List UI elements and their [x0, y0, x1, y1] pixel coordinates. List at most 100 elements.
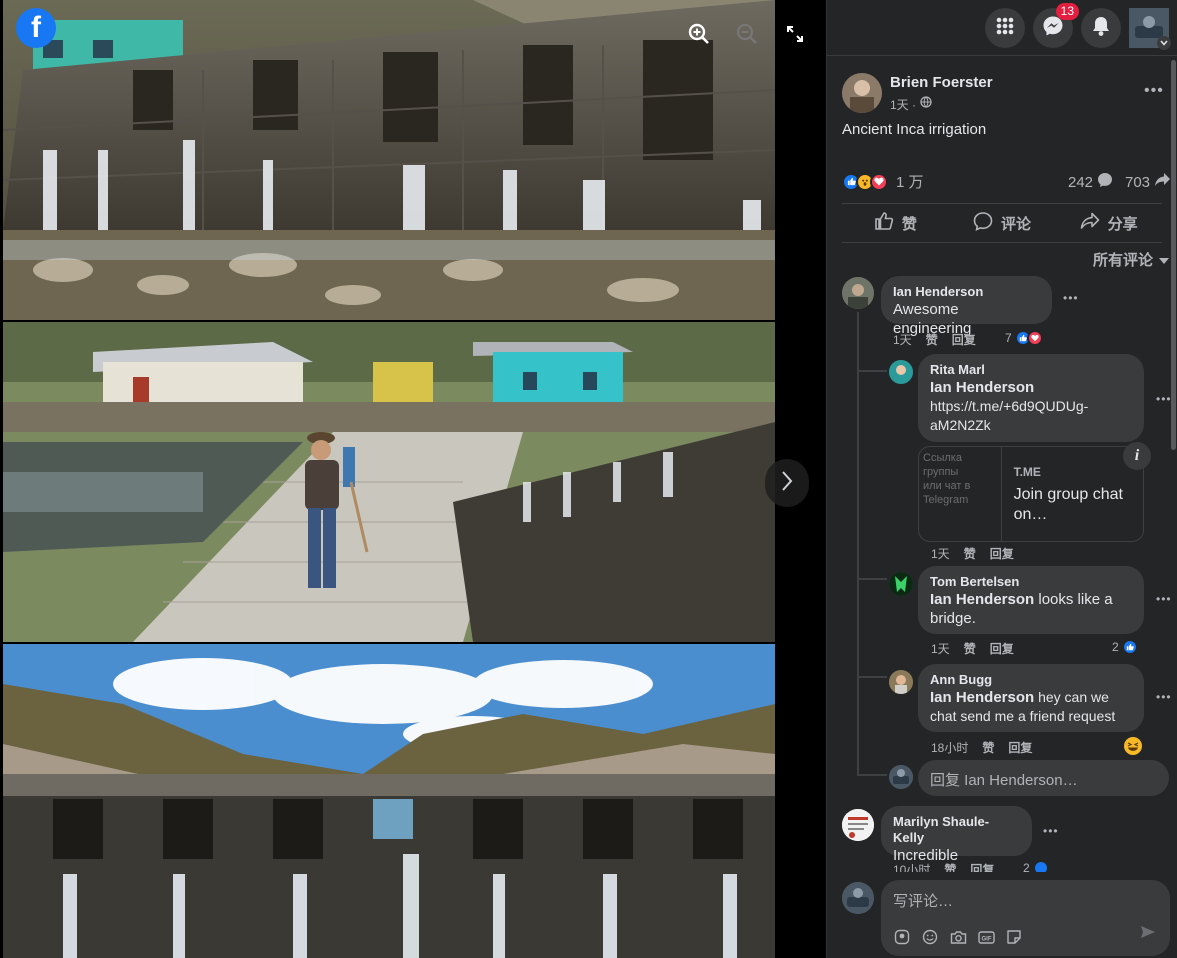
comment-bubble: Tom Bertelsen Ian Henderson looks like a… — [918, 566, 1144, 634]
comment-reactions[interactable]: 7 — [1005, 330, 1043, 346]
post-options-button[interactable]: ••• — [1144, 82, 1164, 100]
link-preview-card[interactable]: Ссылка группы или чат в Telegram T.ME Jo… — [918, 446, 1144, 542]
comment-icon — [973, 211, 993, 235]
comment-time[interactable]: 1天 — [931, 640, 950, 657]
reactions-summary[interactable]: 1 万 — [842, 171, 924, 192]
chevron-right-icon — [780, 469, 794, 498]
share-arrow-icon — [1154, 172, 1171, 192]
comment-mention[interactable]: Ian Henderson — [930, 689, 1034, 706]
post-sidebar: 13 Brien Foerster 1天 · ••• Ancient Inca … — [826, 0, 1177, 958]
comment-author[interactable]: Tom Bertelsen — [930, 574, 1132, 590]
comment-bubble: Ian Henderson Awesome engineering — [881, 276, 1052, 337]
share-button-label: 分享 — [1107, 215, 1138, 233]
send-icon[interactable] — [1140, 925, 1156, 944]
post-author-name[interactable]: Brien Foerster — [890, 74, 993, 91]
comment-reaction-count: 7 — [1005, 331, 1012, 345]
thread-branch — [857, 774, 887, 776]
photo-panel-village[interactable] — [3, 322, 775, 642]
comment-button-label: 评论 — [1001, 215, 1032, 233]
commenter-avatar[interactable] — [889, 360, 913, 384]
notifications-button[interactable] — [1081, 8, 1121, 48]
like-button[interactable]: 赞 — [842, 204, 949, 242]
comment-reply-button[interactable]: 回复 — [952, 331, 976, 348]
reply-input[interactable]: 回复 Ian Henderson… — [918, 760, 1169, 796]
comments-count[interactable]: 242 — [1068, 172, 1113, 193]
avatar-sticker-icon[interactable] — [893, 928, 911, 946]
preview-alt-line: Ссылка группы — [923, 452, 962, 478]
comment-like-button[interactable]: 赞 — [926, 331, 938, 348]
comment-reply-button[interactable]: 回复 — [990, 545, 1014, 562]
link-preview-title: Join group chat on… — [1013, 486, 1123, 523]
comment-time[interactable]: 1天 — [931, 545, 950, 562]
comment-options-button[interactable]: ••• — [1156, 592, 1172, 606]
comment-sort-dropdown[interactable]: 所有评论 — [1093, 249, 1169, 270]
comment-like-button[interactable]: 赞 — [964, 545, 976, 562]
comment-composer[interactable]: 写评论… GIF — [881, 880, 1170, 956]
fullscreen-icon[interactable] — [781, 20, 809, 48]
comment-link[interactable]: https://t.me/+6d9QUDUg-aM2N2Zk — [930, 397, 1132, 435]
photo-panel-mountains[interactable] — [3, 644, 775, 958]
comment-options-button[interactable]: ••• — [1156, 690, 1172, 704]
comment-reactions[interactable]: 2 — [1112, 639, 1138, 655]
comment-reply-button[interactable]: 回复 — [990, 640, 1014, 657]
post-author[interactable]: Brien Foerster — [890, 74, 993, 92]
menu-button[interactable] — [985, 8, 1025, 48]
bell-icon — [1091, 15, 1111, 42]
facebook-logo-letter: f — [31, 11, 41, 44]
comment-meta: 1天 赞 回复 — [931, 545, 1014, 562]
comment-options-button[interactable]: ••• — [1063, 291, 1079, 305]
account-avatar[interactable] — [1129, 8, 1171, 50]
messenger-badge: 13 — [1055, 3, 1079, 20]
comment-reply-button[interactable]: 回复 — [1008, 739, 1032, 756]
gif-icon[interactable]: GIF — [977, 928, 995, 946]
comment-like-button[interactable]: 赞 — [964, 640, 976, 657]
link-preview-domain: T.ME — [1013, 465, 1041, 479]
comment-time[interactable]: 18小时 — [931, 739, 968, 756]
camera-icon[interactable] — [949, 928, 967, 946]
zoom-in-icon[interactable] — [685, 20, 713, 48]
thread-branch — [857, 578, 887, 580]
photo-panel-aqueduct[interactable] — [3, 0, 775, 320]
comment-bubble-icon — [1097, 172, 1113, 193]
comment-bubble: Ann Bugg Ian Henderson hey can we chat s… — [918, 664, 1144, 732]
post-time[interactable]: 1天 · — [890, 96, 916, 113]
comment-author[interactable]: Ian Henderson — [893, 284, 1040, 300]
next-photo-button[interactable] — [765, 459, 809, 507]
comment-author[interactable]: Marilyn Shaule-Kelly — [893, 814, 1020, 846]
like-button-label: 赞 — [901, 215, 917, 233]
comment-time[interactable]: 1天 — [893, 331, 912, 348]
scrollbar-thumb[interactable] — [1171, 60, 1176, 450]
shares-count[interactable]: 703 — [1125, 172, 1171, 192]
comment-meta: 1天 赞 回复 — [893, 331, 976, 348]
svg-text:GIF: GIF — [981, 936, 991, 942]
post-meta: 1天 · — [890, 95, 932, 113]
commenter-avatar[interactable] — [889, 670, 913, 694]
messenger-button[interactable]: 13 — [1033, 3, 1079, 48]
reactions-count[interactable]: 1 万 — [896, 171, 924, 192]
emoji-icon[interactable] — [921, 928, 939, 946]
comment-like-button[interactable]: 赞 — [982, 739, 994, 756]
author-avatar[interactable] — [842, 73, 882, 113]
share-icon — [1080, 212, 1100, 234]
comment-author[interactable]: Ann Bugg — [930, 672, 1132, 688]
shares-count-value: 703 — [1125, 173, 1151, 191]
comment-options-button[interactable]: ••• — [1043, 824, 1059, 838]
comment-mention[interactable]: Ian Henderson — [930, 591, 1034, 608]
comment-options-button[interactable]: ••• — [1156, 392, 1172, 406]
commenter-avatar[interactable] — [842, 277, 874, 309]
my-avatar — [842, 882, 874, 914]
comment-mention[interactable]: Ian Henderson — [930, 378, 1132, 397]
zoom-out-icon[interactable] — [733, 20, 761, 48]
facebook-logo[interactable]: f — [16, 8, 56, 48]
info-icon[interactable]: i — [1123, 442, 1151, 470]
sticker-icon[interactable] — [1005, 928, 1023, 946]
photo-viewer: f — [0, 0, 826, 958]
commenter-avatar[interactable] — [889, 572, 913, 596]
share-button[interactable]: 分享 — [1055, 204, 1162, 242]
love-reaction-icon — [870, 172, 888, 191]
commenter-avatar[interactable] — [842, 809, 874, 841]
comment-button[interactable]: 评论 — [949, 204, 1056, 242]
comment-author[interactable]: Rita Marl — [930, 362, 1132, 378]
my-avatar — [889, 765, 913, 789]
haha-reaction-icon[interactable] — [1124, 737, 1142, 755]
